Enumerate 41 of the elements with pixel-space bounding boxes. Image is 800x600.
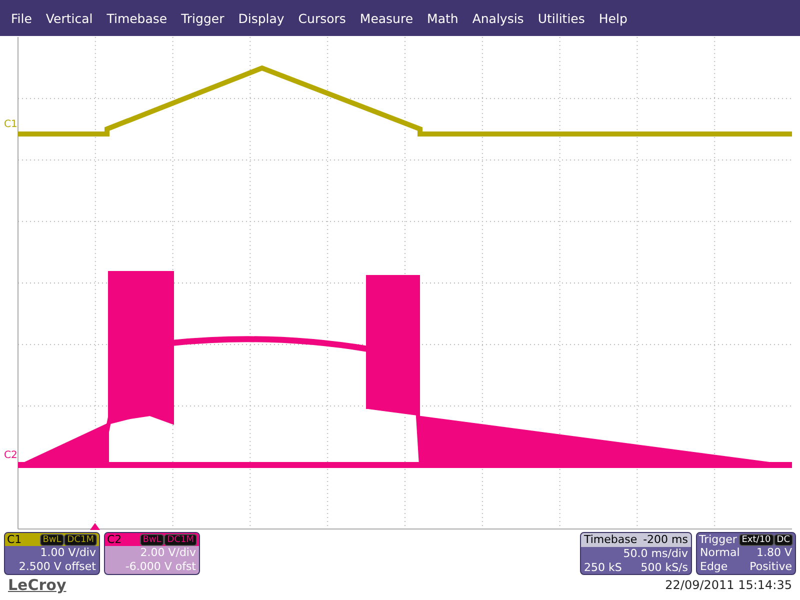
- menu-item[interactable]: File: [4, 0, 39, 36]
- menu-item[interactable]: Analysis: [465, 0, 531, 36]
- trace-label: C1: [4, 119, 18, 130]
- menu-item[interactable]: Cursors: [291, 0, 353, 36]
- trace-label: C2: [4, 450, 18, 461]
- menu-item[interactable]: Trigger: [174, 0, 232, 36]
- menu-item[interactable]: Timebase: [100, 0, 174, 36]
- timebase-title: Timebase: [584, 533, 638, 547]
- channel-label: C2: [107, 533, 122, 546]
- timebase-delay: -200 ms: [643, 533, 688, 547]
- menu-item[interactable]: Math: [420, 0, 466, 36]
- trigger-level: 1.80 V: [756, 546, 792, 560]
- channel-tag: DC1M: [164, 534, 197, 546]
- channel-tag: BwL: [40, 534, 64, 546]
- menu-item[interactable]: Help: [592, 0, 634, 36]
- channel-tag: BwL: [140, 534, 164, 546]
- timebase-scale: 50.0 ms/div: [623, 547, 688, 561]
- trigger-title: Trigger: [699, 533, 737, 546]
- menu-item[interactable]: Measure: [352, 0, 420, 36]
- brand-logo: LeCroy: [8, 576, 66, 594]
- menu-item[interactable]: Display: [231, 0, 292, 36]
- trigger-mode: Normal: [700, 546, 741, 560]
- sample-count: 250 kS: [584, 561, 623, 574]
- channel-panel[interactable]: C2 BwL DC1M 2.00 V/div -6.000 V ofst: [104, 532, 200, 575]
- sample-rate: 500 kS/s: [640, 561, 688, 574]
- volts-per-div: 2.00 V/div: [139, 546, 197, 560]
- trigger-panel[interactable]: Trigger Ext/10 DC Normal 1.80 V Edge Positive: [696, 532, 796, 575]
- timebase-panel[interactable]: Timebase -200 ms 50.0 ms/div 250 kS 500 kS/s: [580, 532, 692, 575]
- menu-item[interactable]: Vertical: [38, 0, 100, 36]
- channel-label: C1: [7, 533, 22, 546]
- trigger-tag: Ext/10: [738, 534, 774, 546]
- offset-value: 2.500 V offset: [18, 560, 97, 574]
- channel-tag: DC1M: [64, 534, 97, 546]
- menu-item[interactable]: Utilities: [530, 0, 592, 36]
- trigger-type: Edge: [700, 560, 729, 574]
- timestamp: 22/09/2011 15:14:35: [665, 578, 792, 592]
- trigger-tag: DC: [774, 534, 793, 546]
- trigger-slope: Positive: [750, 560, 792, 574]
- channel-panel[interactable]: C1 BwL DC1M 1.00 V/div 2.500 V offset: [4, 532, 100, 575]
- volts-per-div: 1.00 V/div: [39, 546, 97, 560]
- offset-value: -6.000 V ofst: [124, 560, 197, 574]
